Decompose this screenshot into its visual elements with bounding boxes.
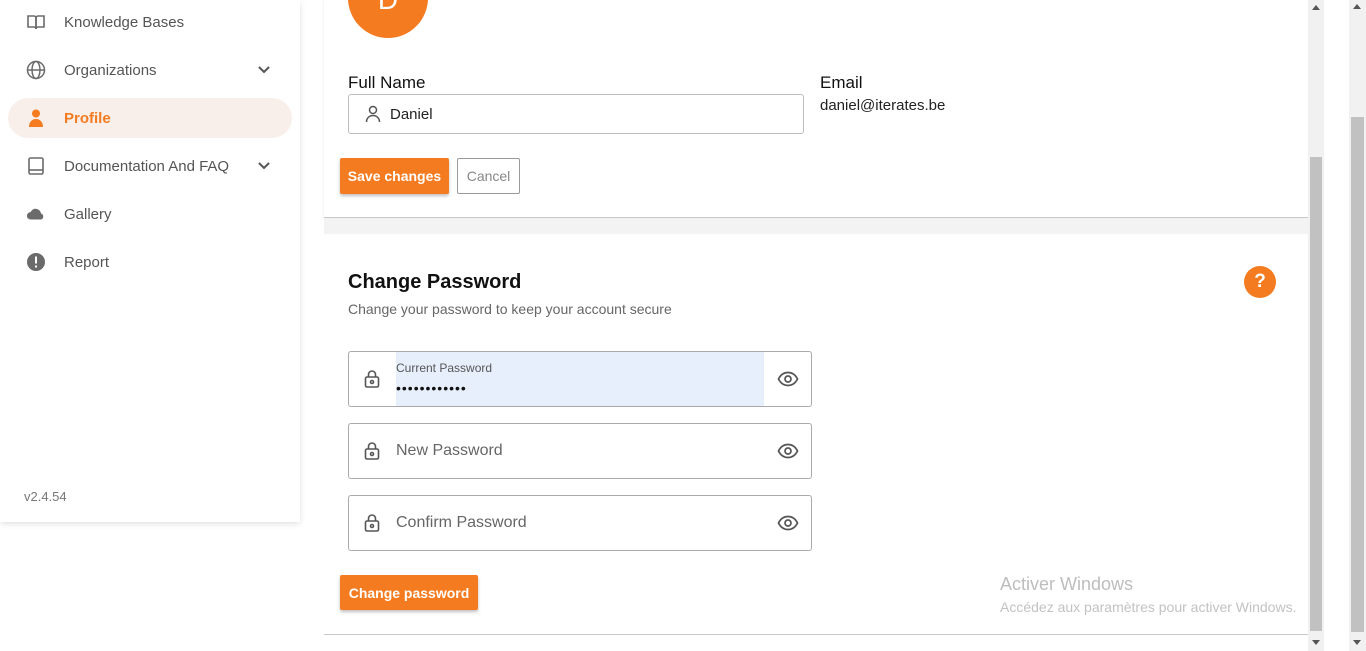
content-scrollbar-thumb[interactable] [1310,157,1322,631]
user-outline-icon [365,105,381,123]
lock-icon [364,370,380,388]
scroll-up-arrow-icon[interactable] [1353,4,1361,9]
sidebar-item-organizations[interactable]: Organizations [8,50,292,90]
eye-icon[interactable] [777,369,799,389]
sidebar-item-label: Profile [64,109,111,127]
user-icon [29,109,43,127]
app-version: v2.4.54 [24,489,67,504]
sidebar-item-report[interactable]: Report [8,242,292,282]
globe-icon [26,60,46,80]
change-password-panel: Change Password Change your password to … [324,234,1308,635]
new-password-field[interactable]: New Password [348,423,812,479]
lock-icon [364,514,380,532]
watermark-subtitle: Accédez aux paramètres pour activer Wind… [1000,599,1297,615]
sidebar: Knowledge Bases Organizations Profile Do… [0,0,300,522]
chevron-down-icon[interactable] [256,158,272,174]
book-open-icon [27,15,45,30]
cloud-icon [26,208,44,220]
confirm-password-field[interactable]: Confirm Password [348,495,812,551]
sidebar-item-profile[interactable]: Profile [8,98,292,138]
sidebar-item-label: Gallery [64,205,112,223]
eye-icon[interactable] [777,513,799,533]
lock-icon [364,442,380,460]
scroll-down-arrow-icon[interactable] [1312,640,1320,645]
email-value: daniel@iterates.be [820,97,946,114]
confirm-password-placeholder: Confirm Password [396,514,527,531]
panel-divider [324,218,1308,234]
full-name-value: Daniel [390,106,433,123]
current-password-label: Current Password [396,361,493,375]
section-subtitle: Change your password to keep your accoun… [348,301,672,317]
profile-panel: D Full Name Daniel Email daniel@iterates… [324,0,1308,218]
alert-icon [27,253,45,271]
email-label: Email [820,73,863,92]
chevron-down-icon[interactable] [256,62,272,78]
sidebar-item-documentation[interactable]: Documentation And FAQ [8,146,292,186]
change-password-button[interactable]: Change password [340,575,478,610]
new-password-placeholder: New Password [396,442,503,459]
section-title: Change Password [348,271,522,293]
sidebar-item-gallery[interactable]: Gallery [8,194,292,234]
sidebar-item-label: Report [64,253,110,271]
scroll-up-arrow-icon[interactable] [1312,5,1320,10]
save-changes-button[interactable]: Save changes [340,158,449,194]
sidebar-item-knowledge-bases[interactable]: Knowledge Bases [8,2,292,42]
book-icon [28,157,44,175]
sidebar-item-label: Documentation And FAQ [64,157,230,175]
scroll-down-arrow-icon[interactable] [1353,640,1361,645]
sidebar-item-label: Organizations [64,61,157,79]
cancel-button[interactable]: Cancel [457,158,520,194]
full-name-label: Full Name [348,73,426,92]
watermark-title: Activer Windows [1000,574,1134,594]
current-password-field[interactable]: Current Password •••••••••••• [348,351,812,407]
eye-icon[interactable] [777,441,799,461]
page-scrollbar-thumb[interactable] [1351,117,1364,632]
sidebar-item-label: Knowledge Bases [64,13,185,31]
full-name-field[interactable]: Daniel [348,94,804,134]
help-button[interactable]: ? [1244,266,1276,298]
current-password-value: •••••••••••• [396,380,467,396]
avatar: D [348,0,428,38]
